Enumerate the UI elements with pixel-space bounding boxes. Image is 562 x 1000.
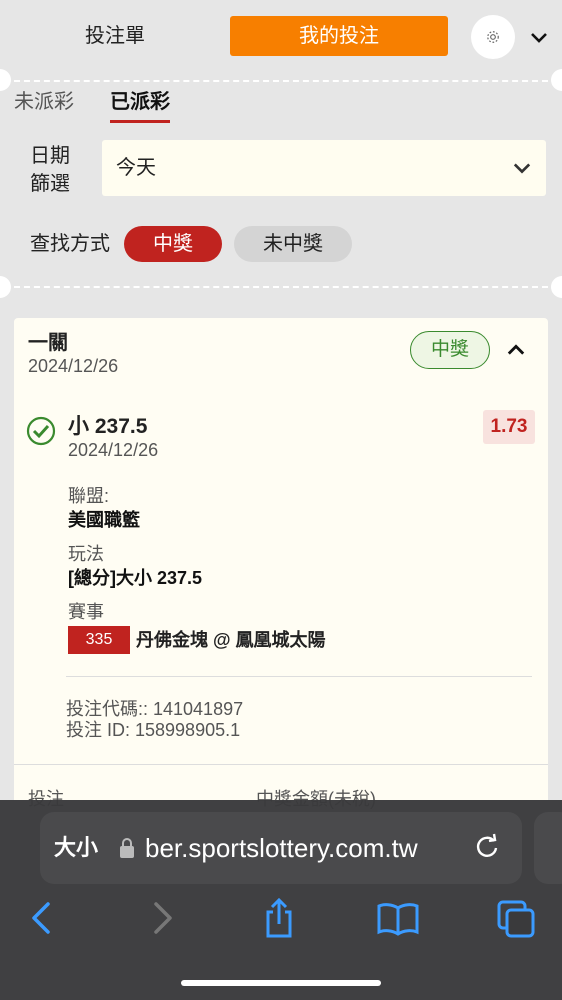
url-text[interactable]: ber.sportslottery.com.tw <box>145 832 465 864</box>
forward-icon[interactable] <box>142 896 182 940</box>
active-tab-indicator <box>110 120 170 123</box>
filter-won-button[interactable]: 中獎 <box>124 226 222 262</box>
ticket-notch <box>0 276 11 298</box>
market-label: 玩法 <box>68 544 104 564</box>
tab-betslip[interactable]: 投注單 <box>60 16 170 56</box>
league-label: 聯盟: <box>68 486 110 506</box>
divider <box>14 80 548 82</box>
text-size-button[interactable]: 大小 <box>54 834 98 862</box>
ticket-notch <box>551 276 562 298</box>
tab-my-bets[interactable]: 我的投注 <box>230 16 448 56</box>
filter-panel: 未派彩 已派彩 日期 篩選 今天 查找方式 中獎 未中獎 <box>0 69 562 298</box>
bet-id: 投注 ID: 158998905.1 <box>66 720 241 740</box>
collapse-panel-button[interactable] <box>526 24 552 50</box>
odds-badge: 1.73 <box>483 410 535 444</box>
chevron-down-icon <box>531 33 547 43</box>
tab-settled[interactable]: 已派彩 <box>110 88 170 114</box>
reload-icon[interactable] <box>472 832 502 862</box>
chevron-down-icon <box>513 163 531 174</box>
lock-icon <box>120 838 134 858</box>
home-indicator[interactable] <box>181 980 381 986</box>
event-label: 賽事 <box>68 602 104 622</box>
back-icon[interactable] <box>22 896 62 940</box>
date-filter-label: 日期 篩選 <box>30 142 90 198</box>
ticket-notch <box>551 69 562 91</box>
top-bar: 投注單 我的投注 <box>0 0 562 74</box>
date-label-line1: 日期 <box>30 145 70 167</box>
bookmarks-icon[interactable] <box>376 896 420 940</box>
gear-icon <box>487 31 499 43</box>
browser-toolbar: 大小 ber.sportslottery.com.tw <box>0 800 562 1000</box>
date-select[interactable]: 今天 <box>102 140 546 196</box>
event-name[interactable]: 丹佛金塊 @ 鳳凰城太陽 <box>136 628 326 652</box>
bet-date: 2024/12/26 <box>28 356 119 376</box>
event-number-badge: 335 <box>68 626 130 654</box>
divider <box>66 676 532 677</box>
selection-name: 小 237.5 <box>68 415 148 438</box>
settings-button[interactable] <box>471 15 515 59</box>
chevron-up-icon[interactable] <box>504 338 528 362</box>
bet-code: 投注代碼:: 141041897 <box>66 699 244 719</box>
check-circle-icon <box>26 416 56 446</box>
bet-type: 一關 <box>28 332 68 354</box>
divider <box>14 764 548 765</box>
selection-date: 2024/12/26 <box>68 440 159 460</box>
tab-unsettled[interactable]: 未派彩 <box>14 88 74 114</box>
next-tab-preview[interactable] <box>534 812 562 884</box>
market-value: [總分]大小 237.5 <box>68 568 203 588</box>
league-value: 美國職籃 <box>68 510 140 530</box>
search-mode-label: 查找方式 <box>30 233 110 255</box>
filter-lost-button[interactable]: 未中獎 <box>234 226 352 262</box>
date-label-line2: 篩選 <box>30 173 70 195</box>
divider <box>14 286 548 288</box>
status-badge: 中獎 <box>410 331 490 369</box>
share-icon[interactable] <box>259 896 299 940</box>
bet-card: 一關 2024/12/26 中獎 小 237.5 2024/12/26 1.73… <box>14 318 548 838</box>
date-select-value: 今天 <box>116 157 156 179</box>
tabs-icon[interactable] <box>496 896 536 940</box>
address-bar[interactable]: 大小 ber.sportslottery.com.tw <box>40 812 522 884</box>
